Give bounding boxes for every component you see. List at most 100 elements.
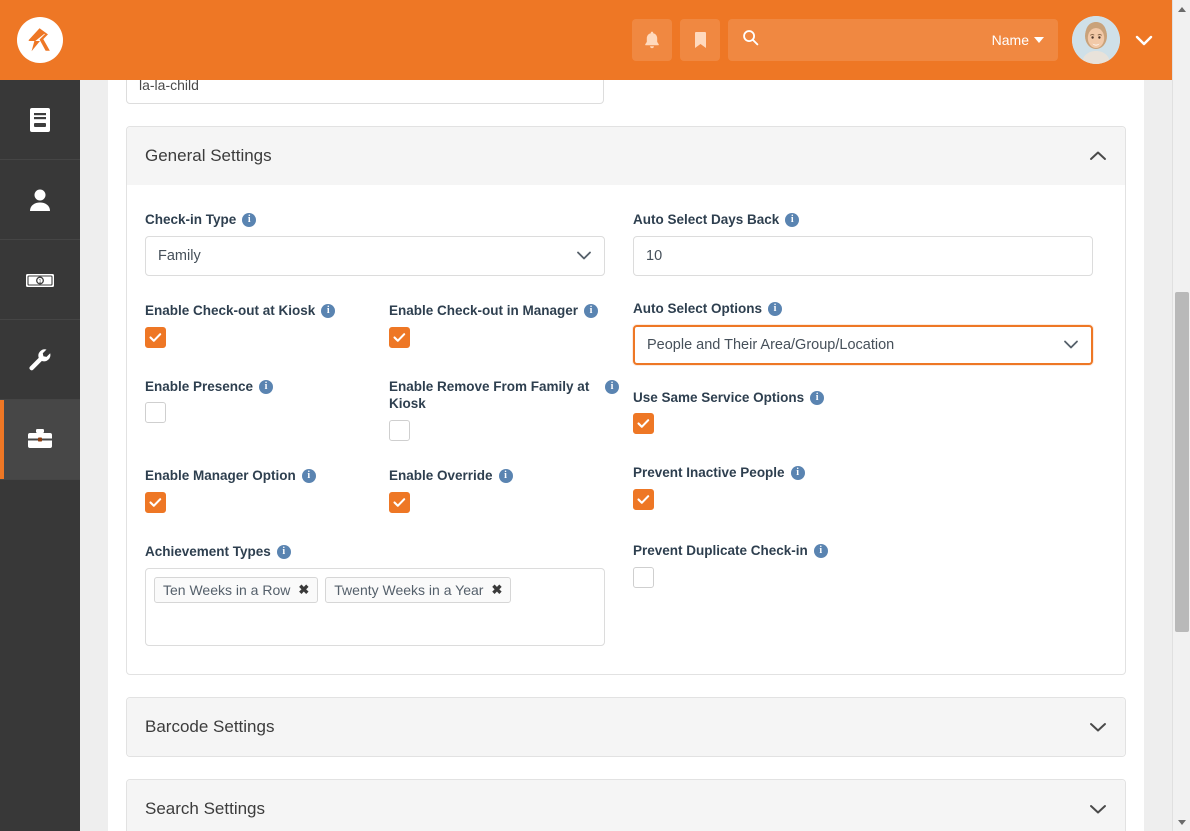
auto-select-days-back-value: 10 bbox=[646, 247, 663, 264]
field-auto-select-days-back-label: Auto Select Days Back i bbox=[633, 211, 1107, 229]
bookmarks-button[interactable] bbox=[680, 19, 720, 61]
field-enable-remove-from-family: Enable Remove From Family at Kiosk i bbox=[389, 378, 633, 442]
chevron-down-icon[interactable] bbox=[1089, 803, 1107, 815]
svg-text:1: 1 bbox=[39, 279, 42, 285]
use-same-service-options-checkbox[interactable] bbox=[633, 413, 654, 435]
label-text: Enable Presence bbox=[145, 378, 254, 394]
caret-down-icon bbox=[1034, 37, 1044, 43]
info-icon[interactable]: i bbox=[259, 379, 274, 394]
chevron-up-icon[interactable] bbox=[1089, 150, 1107, 162]
scroll-up-button[interactable] bbox=[1173, 0, 1190, 18]
checkin-type-value: Family bbox=[158, 247, 201, 264]
label-text: Use Same Service Options bbox=[633, 389, 805, 405]
tag-remove-icon[interactable]: ✖ bbox=[298, 583, 309, 596]
panel-general-settings-header[interactable]: General Settings bbox=[127, 127, 1125, 185]
info-icon[interactable]: i bbox=[810, 390, 825, 405]
topbar-actions: Name bbox=[632, 0, 1172, 80]
main-content: la-la-child General Settings Check-in Ty… bbox=[80, 80, 1172, 831]
field-achievement-types: Achievement Types i Ten Weeks in a Row ✖ bbox=[145, 543, 633, 646]
info-icon[interactable]: i bbox=[813, 544, 828, 559]
sidebar-item-people[interactable] bbox=[0, 160, 80, 240]
enable-manager-option-checkbox[interactable] bbox=[145, 492, 166, 514]
avatar-photo bbox=[1072, 16, 1120, 64]
sidebar-item-finance[interactable]: 1 bbox=[0, 240, 80, 320]
enable-checkout-manager-checkbox[interactable] bbox=[389, 326, 410, 348]
info-icon[interactable]: i bbox=[768, 301, 783, 316]
panel-general-settings: General Settings Check-in Type i Family … bbox=[126, 126, 1126, 675]
scrollbar-thumb[interactable] bbox=[1175, 292, 1189, 632]
info-icon[interactable]: i bbox=[321, 303, 336, 318]
field-enable-checkout-manager: Enable Check-out in Manager i bbox=[389, 302, 633, 348]
sidebar-item-admin[interactable] bbox=[0, 400, 80, 480]
chevron-down-icon bbox=[1135, 35, 1153, 46]
enable-checkout-kiosk-checkbox[interactable] bbox=[145, 326, 166, 348]
panel-general-settings-title: General Settings bbox=[145, 146, 272, 165]
field-prevent-duplicate-checkin-label: Prevent Duplicate Check-in i bbox=[633, 542, 1107, 560]
auto-select-days-back-input[interactable]: 10 bbox=[633, 235, 1093, 276]
tag-remove-icon[interactable]: ✖ bbox=[491, 583, 502, 596]
label-text: Prevent Duplicate Check-in bbox=[633, 543, 808, 559]
tag-label: Twenty Weeks in a Year bbox=[334, 581, 484, 598]
top-navigation-bar: Name bbox=[0, 0, 1172, 80]
page-scrollbar[interactable] bbox=[1172, 0, 1190, 831]
auto-select-options-select[interactable]: People and Their Area/Group/Location bbox=[633, 324, 1093, 365]
chevron-down-icon bbox=[1063, 339, 1079, 350]
notifications-button[interactable] bbox=[632, 19, 672, 61]
info-icon[interactable]: i bbox=[605, 379, 619, 394]
panel-general-settings-body: Check-in Type i Family Enable Check-out … bbox=[127, 185, 1125, 674]
field-prevent-inactive-people: Prevent Inactive People i bbox=[633, 464, 1107, 511]
label-text: Auto Select Days Back bbox=[633, 212, 780, 227]
settings-right-column: Auto Select Days Back i 10 Auto Select O… bbox=[633, 211, 1107, 646]
label-text: Enable Check-out in Manager bbox=[389, 302, 579, 318]
search-input[interactable] bbox=[759, 32, 992, 48]
checkin-type-select[interactable]: Family bbox=[145, 235, 605, 276]
checkbox-row-1: Enable Check-out at Kiosk i Enable Check… bbox=[145, 302, 633, 348]
field-enable-checkout-kiosk: Enable Check-out at Kiosk i bbox=[145, 302, 389, 348]
sidebar-item-cms[interactable] bbox=[0, 80, 80, 160]
global-search[interactable]: Name bbox=[728, 19, 1058, 61]
label-text: Enable Check-out at Kiosk bbox=[145, 302, 316, 318]
field-enable-override-label: Enable Override i bbox=[389, 467, 633, 485]
info-icon[interactable]: i bbox=[276, 545, 291, 560]
field-enable-remove-from-family-label: Enable Remove From Family at Kiosk i bbox=[389, 378, 633, 414]
book-icon bbox=[30, 107, 50, 132]
field-prevent-duplicate-checkin: Prevent Duplicate Check-in i bbox=[633, 542, 1107, 589]
bell-icon bbox=[645, 31, 659, 49]
field-achievement-types-label: Achievement Types i bbox=[145, 543, 633, 561]
panel-barcode-settings-title: Barcode Settings bbox=[145, 716, 275, 736]
info-icon[interactable]: i bbox=[242, 213, 257, 227]
bookmark-icon bbox=[694, 32, 706, 48]
triangle-down-icon bbox=[1178, 819, 1186, 825]
sidebar-item-tools[interactable] bbox=[0, 320, 80, 400]
info-icon[interactable]: i bbox=[790, 466, 805, 481]
enable-remove-from-family-checkbox[interactable] bbox=[389, 420, 410, 442]
search-scope-dropdown[interactable]: Name bbox=[992, 32, 1044, 48]
achievement-types-input[interactable]: Ten Weeks in a Row ✖ Twenty Weeks in a Y… bbox=[145, 567, 605, 646]
enable-presence-checkbox[interactable] bbox=[145, 402, 166, 424]
info-icon[interactable]: i bbox=[785, 213, 800, 227]
field-enable-checkout-kiosk-label: Enable Check-out at Kiosk i bbox=[145, 302, 389, 320]
prevent-inactive-people-checkbox[interactable] bbox=[633, 489, 654, 511]
prevent-duplicate-checkin-checkbox[interactable] bbox=[633, 567, 654, 589]
clipped-text-field[interactable]: la-la-child bbox=[126, 80, 604, 104]
rock-logo-icon bbox=[17, 17, 63, 63]
field-enable-manager-option-label: Enable Manager Option i bbox=[145, 467, 389, 485]
chevron-down-icon[interactable] bbox=[1089, 721, 1107, 733]
info-icon[interactable]: i bbox=[498, 469, 513, 484]
person-icon bbox=[30, 189, 50, 211]
panel-barcode-settings-header[interactable]: Barcode Settings bbox=[127, 697, 1125, 756]
settings-left-column: Check-in Type i Family Enable Check-out … bbox=[145, 211, 633, 646]
check-icon bbox=[393, 498, 406, 507]
field-auto-select-options: Auto Select Options i People and Their A… bbox=[633, 300, 1107, 365]
panel-search-settings-header[interactable]: Search Settings bbox=[127, 779, 1125, 831]
info-icon[interactable]: i bbox=[584, 303, 599, 318]
enable-override-checkbox[interactable] bbox=[389, 492, 410, 514]
search-scope-label: Name bbox=[991, 32, 1029, 48]
app-logo[interactable] bbox=[0, 0, 80, 80]
scroll-down-button[interactable] bbox=[1173, 813, 1190, 831]
user-menu-button[interactable] bbox=[1134, 33, 1154, 47]
avatar[interactable] bbox=[1072, 16, 1120, 64]
auto-select-options-value: People and Their Area/Group/Location bbox=[647, 336, 895, 353]
info-icon[interactable]: i bbox=[301, 469, 316, 484]
wrench-icon bbox=[29, 348, 51, 370]
